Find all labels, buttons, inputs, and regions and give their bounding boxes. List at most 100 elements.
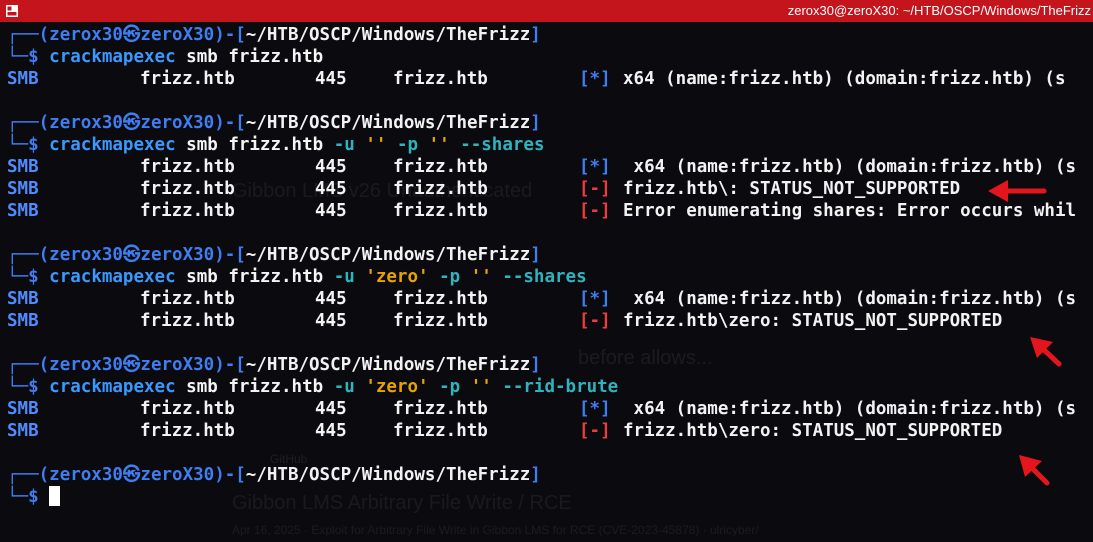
terminal-output[interactable]: ┌──(zerox30㉿zeroX30)-[~/HTB/OSCP/Windows… [7, 24, 1093, 542]
status-mark: [*] [579, 157, 611, 177]
prompt-cwd: ~/HTB/OSCP/Windows/TheFrizz [245, 113, 531, 133]
col-netbios: frizz.htb [393, 69, 488, 89]
command-program: crackmapexec [49, 135, 176, 155]
status-message: frizz.htb\zero: STATUS_NOT_SUPPORTED [623, 421, 1003, 441]
command-line: └─$ crackmapexec smb frizz.htb -u 'zero'… [7, 266, 1093, 288]
command-arg: '' [470, 267, 492, 287]
command-arg: -p [439, 377, 461, 397]
status-message: frizz.htb\zero: STATUS_NOT_SUPPORTED [623, 311, 1003, 331]
prompt-box-close: ] [530, 355, 541, 375]
prompt-box-elbow: └─ [7, 377, 29, 397]
command-arg: '' [470, 377, 492, 397]
prompt-box-close: ] [530, 25, 541, 45]
prompt-user: zerox30 [49, 25, 123, 45]
prompt-host: zeroX30 [140, 355, 215, 375]
col-netbios: frizz.htb [393, 399, 488, 419]
prompt-line-top: ┌──(zerox30㉿zeroX30)-[~/HTB/OSCP/Windows… [7, 464, 1093, 486]
prompt-box-bracket: )-[ [214, 465, 246, 485]
terminal-app-icon [6, 5, 18, 17]
output-row: SMB frizz.htb 445 frizz.htb [-] Error enumera… [7, 200, 1093, 222]
col-netbios: frizz.htb [393, 179, 488, 199]
col-host: frizz.htb [140, 399, 235, 419]
status-mark: [*] [579, 69, 611, 89]
command-arg: --shares [502, 267, 587, 287]
command-arg: -u [333, 377, 355, 397]
col-protocol: SMB [7, 289, 39, 309]
prompt-host: zeroX30 [140, 245, 215, 265]
output-row: SMB frizz.htb 445 frizz.htb [*] x64 (name:fr… [7, 156, 1093, 178]
prompt-box-close: ] [530, 113, 541, 133]
prompt-box-elbow: └─ [7, 267, 29, 287]
command-arg: -u [333, 135, 355, 155]
prompt-host: zeroX30 [140, 113, 215, 133]
col-host: frizz.htb [140, 289, 235, 309]
command-line: └─$ [7, 486, 1093, 508]
command-arg: frizz.htb [228, 135, 324, 155]
col-netbios: frizz.htb [393, 421, 488, 441]
output-row: SMB frizz.htb 445 frizz.htb [*] x64 (name:fri… [7, 68, 1093, 90]
col-protocol: SMB [7, 179, 39, 199]
col-protocol: SMB [7, 157, 39, 177]
prompt-line-top: ┌──(zerox30㉿zeroX30)-[~/HTB/OSCP/Windows… [7, 354, 1093, 376]
prompt-cwd: ~/HTB/OSCP/Windows/TheFrizz [245, 465, 531, 485]
col-protocol: SMB [7, 69, 39, 89]
prompt-box-bracket: )-[ [214, 355, 246, 375]
col-port: 445 [315, 179, 347, 199]
command-arg: '' [428, 135, 450, 155]
command-arg: frizz.htb [228, 267, 324, 287]
status-mark: [-] [579, 311, 611, 331]
col-port: 445 [315, 201, 347, 221]
prompt-box-elbow: └─ [7, 47, 29, 67]
status-message: x64 (name:frizz.htb) (domain:frizz.htb) … [623, 289, 1077, 309]
terminal-cursor[interactable] [49, 486, 61, 506]
prompt-box-bracket: )-[ [214, 245, 246, 265]
command-arg: smb [186, 377, 218, 397]
command-arg: --rid-brute [502, 377, 619, 397]
col-host: frizz.htb [140, 311, 235, 331]
prompt-line-top: ┌──(zerox30㉿zeroX30)-[~/HTB/OSCP/Windows… [7, 112, 1093, 134]
prompt-cwd: ~/HTB/OSCP/Windows/TheFrizz [245, 25, 531, 45]
status-message: frizz.htb\: STATUS_NOT_SUPPORTED [623, 179, 961, 199]
kali-skull-icon: ㉿ [122, 25, 141, 45]
col-netbios: frizz.htb [393, 311, 488, 331]
output-row: SMB frizz.htb 445 frizz.htb [*] x64 (name:fr… [7, 398, 1093, 420]
prompt-cwd: ~/HTB/OSCP/Windows/TheFrizz [245, 245, 531, 265]
prompt-box-corner: ┌──( [7, 113, 50, 133]
command-arg: '' [365, 135, 387, 155]
prompt-symbol: $ [28, 135, 39, 155]
col-host: frizz.htb [140, 69, 235, 89]
command-line: └─$ crackmapexec smb frizz.htb -u '' -p … [7, 134, 1093, 156]
output-row: SMB frizz.htb 445 frizz.htb [-] frizz.htb\zer… [7, 310, 1093, 332]
col-port: 445 [315, 157, 347, 177]
col-protocol: SMB [7, 201, 39, 221]
prompt-host: zeroX30 [140, 25, 215, 45]
prompt-box-corner: ┌──( [7, 465, 50, 485]
kali-skull-icon: ㉿ [122, 113, 141, 133]
window-titlebar: zerox30@zeroX30: ~/HTB/OSCP/Windows/TheF… [0, 0, 1093, 22]
prompt-cwd: ~/HTB/OSCP/Windows/TheFrizz [245, 355, 531, 375]
prompt-box-elbow: └─ [7, 135, 29, 155]
status-message: Error enumerating shares: Error occurs w… [623, 201, 1077, 221]
col-netbios: frizz.htb [393, 157, 488, 177]
prompt-box-corner: ┌──( [7, 25, 50, 45]
col-port: 445 [315, 289, 347, 309]
col-host: frizz.htb [140, 201, 235, 221]
prompt-line-top: ┌──(zerox30㉿zeroX30)-[~/HTB/OSCP/Windows… [7, 24, 1093, 46]
kali-skull-icon: ㉿ [122, 245, 141, 265]
kali-skull-icon: ㉿ [122, 355, 141, 375]
prompt-box-close: ] [530, 245, 541, 265]
command-line: └─$ crackmapexec smb frizz.htb [7, 46, 1093, 68]
output-row: SMB frizz.htb 445 frizz.htb [-] frizz.htb\zer… [7, 420, 1093, 442]
command-arg: --shares [460, 135, 545, 155]
prompt-host: zeroX30 [140, 465, 215, 485]
prompt-box-corner: ┌──( [7, 355, 50, 375]
col-port: 445 [315, 421, 347, 441]
prompt-user: zerox30 [49, 355, 123, 375]
status-mark: [-] [579, 421, 611, 441]
status-mark: [*] [579, 399, 611, 419]
status-mark: [*] [579, 289, 611, 309]
kali-skull-icon: ㉿ [122, 465, 141, 485]
